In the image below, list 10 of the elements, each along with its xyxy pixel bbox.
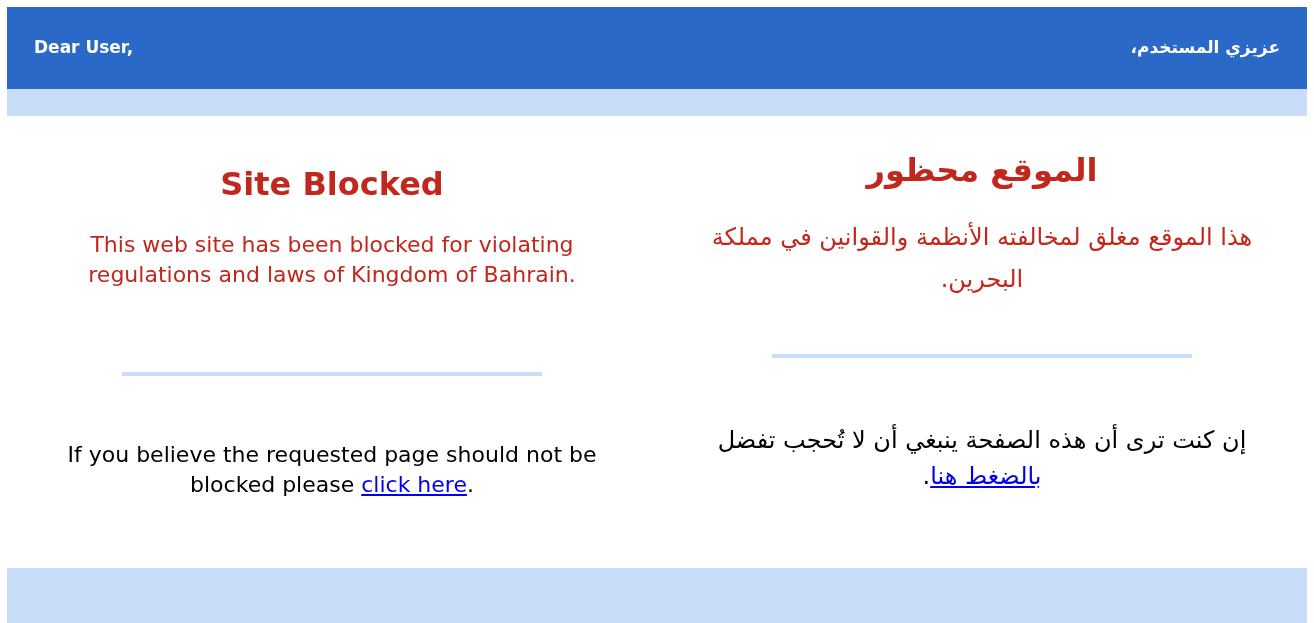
- appeal-text: If you believe the requested page should not be blocked please click here.: [66, 441, 598, 499]
- block-message: This web site has been blocked for violating regulations and laws of Kingdom of Bahrain.: [87, 231, 577, 289]
- appeal-text: إن كنت ترى أن هذه الصفحة ينبغي أن لا تُحجب تفضل بالضغط هنا.: [716, 423, 1248, 492]
- block-message: هذا الموقع مغلق لمخالفته الأنظمة والقوانين في مملكة البحرين.: [710, 221, 1254, 295]
- greeting: Dear User,: [34, 36, 134, 60]
- greeting: عزيزي المستخدم،: [1130, 36, 1280, 60]
- page-title: Site Blocked: [220, 164, 444, 205]
- link[interactable]: click here: [361, 472, 467, 497]
- page-title: الموقع محظور: [866, 150, 1098, 191]
- link[interactable]: بالضغط هنا: [930, 462, 1042, 490]
